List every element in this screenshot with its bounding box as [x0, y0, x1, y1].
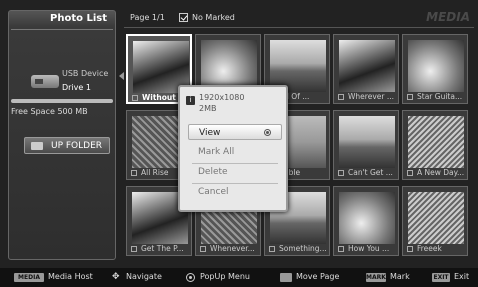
photo-thumbnail [339, 40, 395, 92]
ok-indicator-icon [264, 129, 271, 136]
mark-checkbox[interactable] [407, 246, 413, 252]
photo-title: How You ... [348, 244, 390, 253]
free-space-bar [11, 99, 113, 103]
help-bar: MEDIA HOST Media Host ✥ Navigate PopUp M… [0, 268, 478, 287]
photo-list-screen: Photo List USB Device Drive 1 Free Space… [0, 0, 478, 287]
photo-title: Wherever ... [348, 92, 394, 101]
menu-item-delete[interactable]: Delete [188, 164, 282, 180]
list-header: Page 1/1 No Marked MEDIA [124, 10, 474, 28]
checkbox-icon [179, 13, 188, 22]
menu-item-cancel[interactable]: Cancel [188, 184, 282, 200]
up-folder-button[interactable]: UP FOLDER [24, 137, 110, 154]
photo-tile[interactable]: Freeek [402, 186, 468, 256]
photo-tile[interactable]: Star Guita... [402, 34, 468, 104]
exit-key-icon: EXIT [432, 273, 450, 282]
media-host-key-icon: MEDIA HOST [14, 273, 44, 287]
photo-title: A New Day... [417, 168, 465, 177]
photo-thumbnail [408, 192, 464, 244]
ok-button-icon [186, 273, 195, 282]
mark-checkbox[interactable] [338, 246, 344, 252]
photo-title: Freeek [417, 244, 442, 253]
divider [11, 29, 113, 30]
mark-checkbox[interactable] [132, 95, 138, 101]
info-icon: i [186, 96, 195, 105]
photo-tile[interactable]: Wherever ... [333, 34, 399, 104]
photo-resolution: 1920x1080 [199, 93, 245, 102]
scroll-left-arrow-icon[interactable] [119, 72, 124, 80]
mark-checkbox[interactable] [269, 246, 275, 252]
mark-checkbox[interactable] [407, 170, 413, 176]
photo-title: Whenever... [210, 244, 255, 253]
popup-menu: i 1920x1080 2MB View Mark All Delete Can… [178, 85, 288, 212]
photo-title: Something... [279, 244, 327, 253]
mark-checkbox[interactable] [338, 170, 344, 176]
photo-thumbnail [339, 116, 395, 168]
popup-menu-label: PopUp Menu [200, 272, 250, 281]
page-key-icon [280, 273, 292, 282]
navigate-label: Navigate [126, 272, 162, 281]
menu-item-label: View [199, 128, 221, 138]
menu-item-mark-all[interactable]: Mark All [188, 144, 282, 160]
menu-item-view[interactable]: View [188, 124, 282, 140]
mark-checkbox[interactable] [407, 94, 413, 100]
photo-title: Get The P... [141, 244, 184, 253]
mark-checkbox[interactable] [200, 246, 206, 252]
mark-checkbox[interactable] [338, 94, 344, 100]
media-host-label: Media Host [48, 272, 93, 281]
media-logo: MEDIA [426, 10, 470, 24]
usb-drive-icon [31, 75, 59, 88]
marked-status: No Marked [192, 13, 235, 22]
photo-title: Can't Get ... [348, 168, 393, 177]
free-space-label: Free Space 500 MB [11, 107, 88, 116]
device-panel: Photo List USB Device Drive 1 Free Space… [8, 10, 116, 260]
menu-item-label: Cancel [198, 187, 229, 197]
navigate-icon: ✥ [112, 272, 120, 282]
folder-icon [31, 142, 43, 150]
mark-checkbox[interactable] [131, 246, 137, 252]
exit-label: Exit [454, 272, 470, 281]
mark-key-icon: MARK [366, 273, 386, 282]
mark-label: Mark [390, 272, 410, 281]
photo-tile[interactable]: Can't Get ... [333, 110, 399, 180]
device-label: USB Device [62, 69, 109, 78]
photo-title: Star Guita... [417, 92, 463, 101]
mark-checkbox[interactable] [131, 170, 137, 176]
up-folder-label: UP FOLDER [51, 141, 103, 151]
drive-label[interactable]: Drive 1 [62, 83, 91, 92]
menu-item-label: Delete [198, 167, 228, 177]
page-indicator: Page 1/1 [130, 13, 165, 22]
divider [124, 27, 474, 28]
move-page-label: Move Page [296, 272, 340, 281]
photo-tile[interactable]: How You ... [333, 186, 399, 256]
photo-thumbnail [408, 116, 464, 168]
photo-tile[interactable]: A New Day... [402, 110, 468, 180]
panel-title: Photo List [50, 13, 107, 24]
photo-size: 2MB [199, 104, 217, 113]
photo-thumbnail [408, 40, 464, 92]
menu-item-label: Mark All [198, 147, 235, 157]
photo-thumbnail [339, 192, 395, 244]
